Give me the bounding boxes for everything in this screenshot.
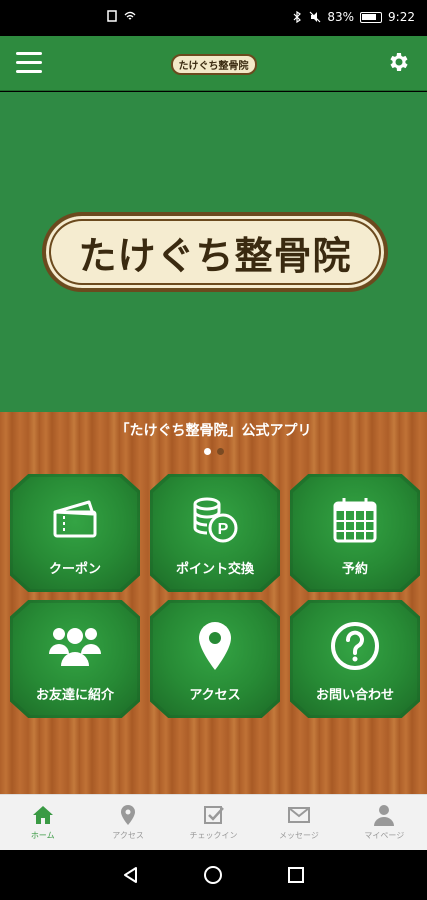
contact-button[interactable]: お問い合わせ [290, 600, 420, 718]
hamburger-icon [16, 52, 42, 55]
app-subtitle: 「たけぐち整骨院」公式アプリ [115, 423, 312, 439]
clinic-logo-text: たけぐち整骨院 [78, 233, 352, 278]
app-header: たけぐち整骨院 [0, 36, 427, 91]
location-pin-icon [121, 805, 136, 825]
reservation-label: 予約 [341, 562, 368, 577]
location-pin-icon [199, 622, 231, 670]
clock: 9:22 [388, 10, 415, 24]
home-circle-icon[interactable] [203, 865, 223, 885]
coupon-icon [53, 500, 97, 538]
checkin-icon [203, 806, 224, 824]
nav-message[interactable]: メッセージ [256, 795, 341, 850]
sim-icon [107, 10, 117, 22]
user-icon [374, 805, 395, 826]
hamburger-line [16, 61, 42, 64]
coupon-label: クーポン [48, 562, 101, 577]
friends-icon [49, 628, 101, 666]
nav-home[interactable]: ホーム [0, 795, 85, 850]
battery-percent: 83% [327, 10, 355, 24]
wifi-icon [124, 11, 136, 20]
points-icon: P [193, 497, 238, 543]
coupon-button[interactable]: クーポン [10, 474, 140, 592]
battery-icon [360, 11, 383, 23]
reservation-button[interactable]: 予約 [290, 474, 420, 592]
carousel-dot[interactable] [216, 448, 224, 455]
refer-friend-label: お友達に紹介 [35, 688, 114, 703]
svg-text:P: P [218, 521, 229, 538]
hero-banner[interactable]: たけぐち整骨院 [0, 92, 427, 412]
status-bar: 83% 9:22 [0, 0, 427, 36]
nav-message-label: メッセージ [279, 831, 319, 840]
clinic-logo: たけぐち整骨院 [42, 212, 388, 292]
nav-checkin-label: チェックイン [189, 831, 238, 840]
points-exchange-button[interactable]: P ポイント交換 [150, 474, 280, 592]
home-icon [32, 806, 53, 824]
carousel-indicator [0, 448, 427, 455]
mute-icon [309, 11, 321, 23]
bottom-navigation: ホーム アクセス チェックイン メッセージ マイページ [0, 794, 427, 850]
menu-grid: クーポン P ポイント交換 予約 お友達に紹介 アクセス お問い合わせ [10, 474, 420, 718]
back-icon[interactable] [121, 865, 141, 885]
nav-access-label: アクセス [112, 831, 144, 840]
carousel-dot-active[interactable] [203, 448, 211, 455]
calendar-icon [333, 498, 377, 543]
bluetooth-icon [293, 11, 302, 23]
menu-button[interactable] [16, 52, 42, 74]
recents-icon[interactable] [286, 865, 306, 885]
nav-access[interactable]: アクセス [85, 795, 170, 850]
header-logo: たけぐち整骨院 [170, 54, 257, 75]
envelope-icon [287, 807, 310, 823]
question-icon [331, 622, 379, 670]
nav-home-label: ホーム [30, 831, 55, 840]
nav-mypage[interactable]: マイページ [342, 795, 427, 850]
nav-checkin[interactable]: チェックイン [171, 795, 256, 850]
nav-mypage-label: マイページ [364, 831, 405, 840]
access-label: アクセス [189, 688, 241, 703]
refer-friend-button[interactable]: お友達に紹介 [10, 600, 140, 718]
gear-icon[interactable] [387, 50, 411, 74]
access-button[interactable]: アクセス [150, 600, 280, 718]
points-exchange-label: ポイント交換 [175, 562, 254, 577]
system-navigation-bar [0, 850, 427, 900]
menu-area: 「たけぐち整骨院」公式アプリ クーポン P ポイント交換 予約 お友達に紹介 ア… [0, 412, 427, 794]
contact-label: お問い合わせ [315, 688, 394, 703]
hamburger-line [16, 70, 42, 73]
